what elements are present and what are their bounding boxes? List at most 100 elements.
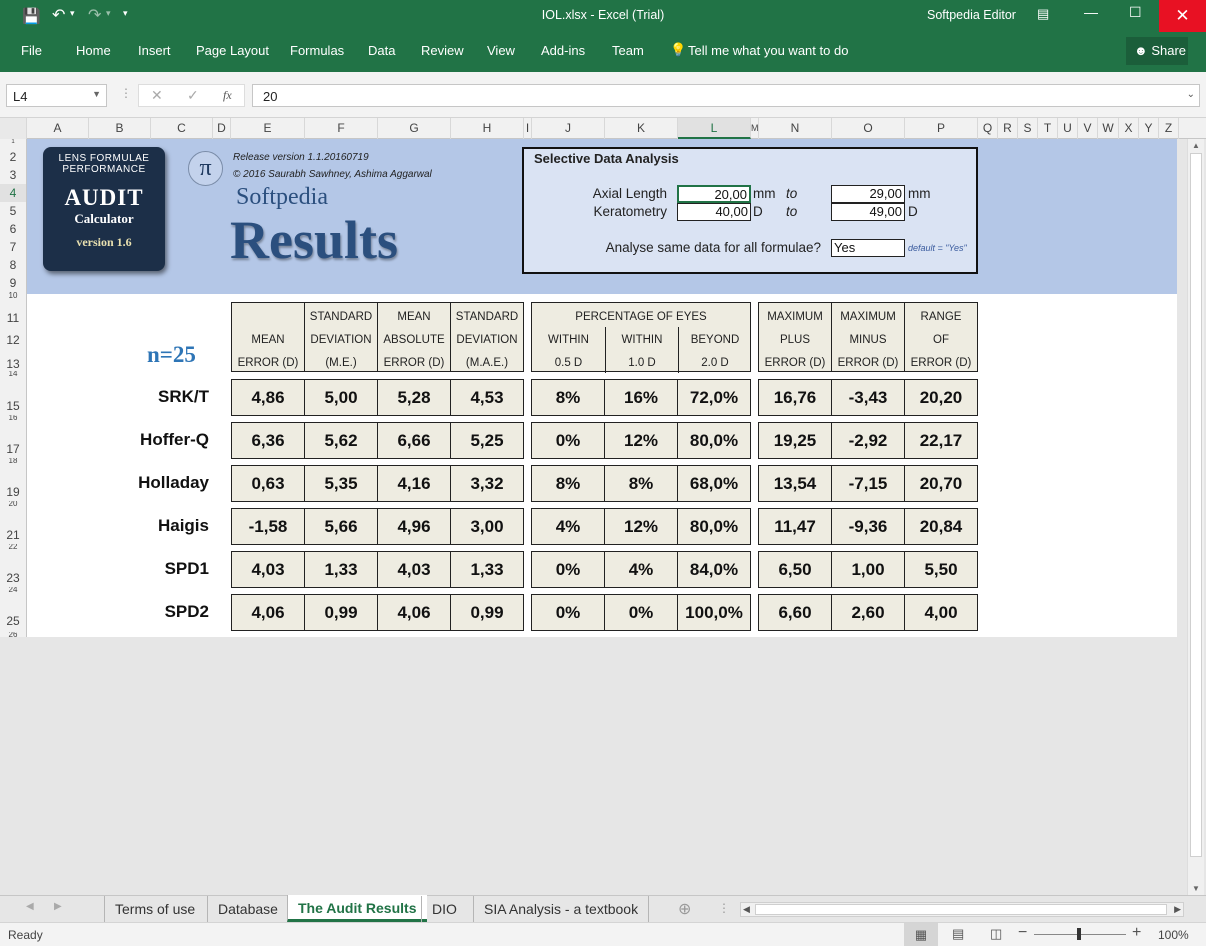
close-button[interactable]: ✕ xyxy=(1159,0,1206,32)
normal-view-icon[interactable]: ▦ xyxy=(904,923,938,946)
column-header[interactable]: G xyxy=(378,118,451,139)
scroll-thumb[interactable] xyxy=(1190,153,1202,857)
result-cell[interactable]: 3,32 xyxy=(450,465,524,502)
column-header[interactable]: F xyxy=(305,118,378,139)
kerato-from-input[interactable]: 40,00 xyxy=(677,203,751,221)
scroll-right-icon[interactable]: ▶ xyxy=(1174,904,1181,915)
result-cell[interactable]: 13,54 xyxy=(758,465,832,502)
result-cell[interactable]: 0% xyxy=(531,422,605,459)
expand-formula-icon[interactable]: ⌄ xyxy=(1187,89,1195,100)
result-cell[interactable]: 80,0% xyxy=(677,422,751,459)
result-cell[interactable]: 68,0% xyxy=(677,465,751,502)
column-header[interactable]: K xyxy=(605,118,678,139)
column-header[interactable]: E xyxy=(231,118,305,139)
column-header[interactable]: B xyxy=(89,118,151,139)
sheet-tab-sia-analysis[interactable]: SIA Analysis - a textbook xyxy=(473,896,650,922)
result-cell[interactable]: 5,62 xyxy=(304,422,378,459)
result-cell[interactable]: 0% xyxy=(531,551,605,588)
zoom-slider-thumb[interactable] xyxy=(1077,928,1081,940)
result-cell[interactable]: 8% xyxy=(604,465,678,502)
result-cell[interactable]: 20,70 xyxy=(904,465,978,502)
column-header[interactable]: X xyxy=(1119,118,1139,139)
tab-data[interactable]: Data xyxy=(368,43,395,58)
result-cell[interactable]: 1,33 xyxy=(450,551,524,588)
sheet-tab-dio[interactable]: DIO xyxy=(421,896,467,922)
result-cell[interactable]: 0% xyxy=(604,594,678,631)
column-header[interactable]: M xyxy=(751,118,759,139)
result-cell[interactable]: -7,15 xyxy=(831,465,905,502)
result-cell[interactable]: 6,60 xyxy=(758,594,832,631)
worksheet-grid[interactable]: LENS FORMULAE PERFORMANCE AUDIT Calculat… xyxy=(27,139,1177,637)
column-header[interactable]: W xyxy=(1098,118,1119,139)
chevron-down-icon[interactable]: ▼ xyxy=(92,89,101,99)
result-cell[interactable]: 22,17 xyxy=(904,422,978,459)
vertical-scrollbar[interactable]: ▲ ▼ xyxy=(1187,139,1204,895)
h-scroll-thumb[interactable] xyxy=(755,904,1167,915)
cancel-icon[interactable]: ✕ xyxy=(151,87,163,104)
page-break-view-icon[interactable]: ◫ xyxy=(990,926,1002,942)
result-cell[interactable]: 4,06 xyxy=(377,594,451,631)
enter-icon[interactable]: ✓ xyxy=(187,87,199,104)
name-box[interactable]: L4 ▼ xyxy=(6,84,107,107)
row-header[interactable]: 24 xyxy=(0,587,26,593)
result-cell[interactable]: 8% xyxy=(531,465,605,502)
row-header-selected[interactable]: 4 xyxy=(0,184,26,202)
select-all-corner[interactable] xyxy=(0,118,27,139)
maximize-icon[interactable]: ☐ xyxy=(1129,4,1142,21)
result-cell[interactable]: 0% xyxy=(531,594,605,631)
scroll-down-icon[interactable]: ▼ xyxy=(1192,884,1200,893)
scroll-left-icon[interactable]: ◀ xyxy=(743,904,750,915)
column-header[interactable]: C xyxy=(151,118,213,139)
column-header[interactable]: R xyxy=(998,118,1018,139)
share-button[interactable]: ☻ Share xyxy=(1126,37,1188,65)
result-cell[interactable]: 1,00 xyxy=(831,551,905,588)
user-name[interactable]: Softpedia Editor xyxy=(927,8,1016,22)
result-cell[interactable]: 5,66 xyxy=(304,508,378,545)
row-header[interactable]: 12 xyxy=(0,331,26,349)
result-cell[interactable]: 5,35 xyxy=(304,465,378,502)
page-layout-view-icon[interactable]: ▤ xyxy=(952,926,964,942)
column-header[interactable]: I xyxy=(524,118,532,139)
tab-home[interactable]: Home xyxy=(76,43,111,58)
result-cell[interactable]: 4% xyxy=(604,551,678,588)
result-cell[interactable]: 84,0% xyxy=(677,551,751,588)
result-cell[interactable]: 6,50 xyxy=(758,551,832,588)
result-cell[interactable]: 100,0% xyxy=(677,594,751,631)
row-header[interactable]: 9 xyxy=(0,274,26,292)
result-cell[interactable]: 4,03 xyxy=(377,551,451,588)
result-cell[interactable]: 4,86 xyxy=(231,379,305,416)
more-options-icon[interactable]: ⋮ xyxy=(120,86,132,100)
column-header[interactable]: Q xyxy=(978,118,998,139)
tell-me-search[interactable]: Tell me what you want to do xyxy=(688,43,848,58)
result-cell[interactable]: 6,36 xyxy=(231,422,305,459)
column-header[interactable]: H xyxy=(451,118,524,139)
column-header[interactable]: T xyxy=(1038,118,1058,139)
zoom-out-icon[interactable]: − xyxy=(1018,924,1027,942)
row-header[interactable]: 18 xyxy=(0,458,26,464)
result-cell[interactable]: 4,16 xyxy=(377,465,451,502)
column-header[interactable]: D xyxy=(213,118,231,139)
sheet-tab-audit-results[interactable]: The Audit Results xyxy=(287,895,427,922)
sheet-tab-database[interactable]: Database xyxy=(207,896,288,922)
tab-formulas[interactable]: Formulas xyxy=(290,43,344,58)
column-header[interactable]: O xyxy=(832,118,905,139)
column-header[interactable]: J xyxy=(532,118,605,139)
row-header[interactable]: 6 xyxy=(0,220,26,238)
result-cell[interactable]: 11,47 xyxy=(758,508,832,545)
zoom-in-icon[interactable]: + xyxy=(1132,924,1141,942)
formula-input[interactable]: 20 ⌄ xyxy=(252,84,1200,107)
kerato-to-input[interactable]: 49,00 xyxy=(831,203,905,221)
result-cell[interactable]: 4,96 xyxy=(377,508,451,545)
result-cell[interactable]: 3,00 xyxy=(450,508,524,545)
result-cell[interactable]: 6,66 xyxy=(377,422,451,459)
result-cell[interactable]: 4% xyxy=(531,508,605,545)
column-header-selected[interactable]: L xyxy=(678,118,751,139)
result-cell[interactable]: 0,99 xyxy=(450,594,524,631)
result-cell[interactable]: 5,28 xyxy=(377,379,451,416)
row-header[interactable]: 7 xyxy=(0,238,26,256)
tab-split-icon[interactable]: ⋮ xyxy=(718,901,730,915)
axial-to-input[interactable]: 29,00 xyxy=(831,185,905,203)
tab-team[interactable]: Team xyxy=(612,43,644,58)
tab-view[interactable]: View xyxy=(487,43,515,58)
result-cell[interactable]: 20,84 xyxy=(904,508,978,545)
